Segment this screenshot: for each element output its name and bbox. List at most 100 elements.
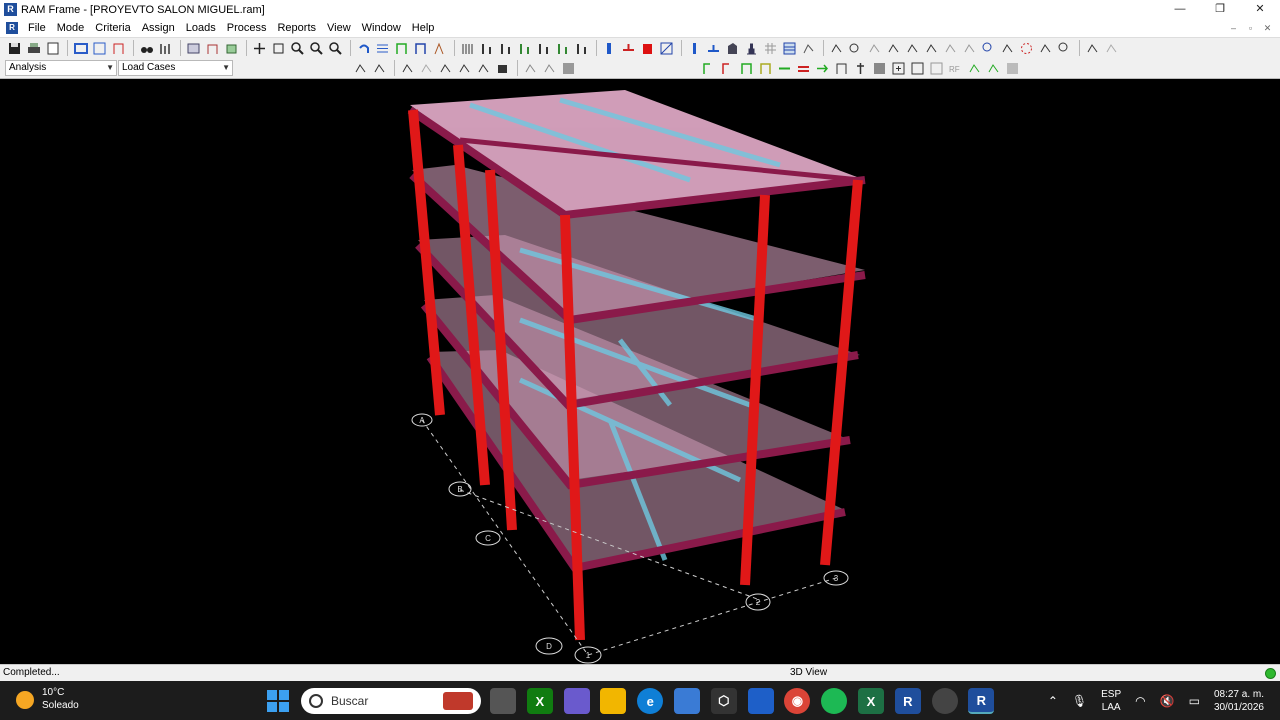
wifi-icon[interactable]: ◠ (1135, 694, 1145, 708)
menu-window[interactable]: Window (357, 19, 407, 37)
assign-member-icon[interactable] (700, 60, 717, 76)
battery-icon[interactable]: ▭ (1189, 694, 1200, 708)
story-shear-icon[interactable] (522, 60, 539, 76)
analyze-icon[interactable] (352, 60, 369, 76)
start-button[interactable] (267, 690, 289, 712)
store-icon[interactable] (673, 688, 700, 714)
weather-widget[interactable]: 10°C Soleado (16, 687, 79, 712)
undo-icon[interactable] (355, 40, 372, 56)
column-splice-icon[interactable] (516, 40, 533, 56)
spotify-icon[interactable] (821, 688, 848, 714)
find-icon[interactable] (138, 40, 155, 56)
deselect-icon[interactable] (1056, 40, 1073, 56)
assign-load-icon[interactable] (909, 60, 926, 76)
stress-icon[interactable] (475, 60, 492, 76)
column-release-icon[interactable] (554, 40, 571, 56)
periods-icon[interactable] (560, 60, 577, 76)
beam-blue-icon[interactable] (705, 40, 722, 56)
assign-rigid-icon[interactable] (776, 60, 793, 76)
maximize-button[interactable]: ❐ (1200, 0, 1240, 19)
mdi-close-button[interactable]: ✕ (1259, 19, 1276, 37)
zoom-member-icon[interactable] (999, 40, 1016, 56)
copilot-icon[interactable] (563, 688, 590, 714)
document-icon[interactable]: R (6, 22, 18, 34)
chevron-up-icon[interactable]: ⌃ (1048, 694, 1058, 708)
unity-icon[interactable]: ⬡ (710, 688, 737, 714)
steam-icon[interactable] (931, 688, 958, 714)
assign-fixity-icon[interactable] (719, 60, 736, 76)
menu-view[interactable]: View (322, 19, 357, 37)
criteria-icon[interactable] (371, 60, 388, 76)
assign-icon[interactable] (431, 40, 448, 56)
menu-assign[interactable]: Assign (137, 19, 181, 37)
column-fixity-icon[interactable] (535, 40, 552, 56)
load-view-icon[interactable] (847, 40, 864, 56)
surface-load-icon[interactable] (904, 40, 921, 56)
line-load-icon[interactable] (923, 40, 940, 56)
xbox-icon[interactable]: X (526, 688, 553, 714)
task-view-icon[interactable] (490, 688, 516, 714)
story-forces-icon[interactable] (541, 60, 558, 76)
assign-frame-icon[interactable] (757, 60, 774, 76)
forces-icon[interactable] (418, 60, 435, 76)
zoom-window-icon[interactable] (270, 40, 287, 56)
design-icon[interactable] (1084, 40, 1101, 56)
language-indicator[interactable]: ESP LAA (1101, 688, 1121, 714)
menu-file[interactable]: File (23, 19, 52, 37)
3d-view-viewport[interactable]: A B C D 1 2 3 (0, 79, 1280, 664)
layers-icon[interactable] (374, 40, 391, 56)
wind-load-icon[interactable] (942, 40, 959, 56)
zoom-extents-icon[interactable] (980, 40, 997, 56)
zoom-previous-icon[interactable] (327, 40, 344, 56)
microphone-icon[interactable]: 🎙 (1072, 694, 1087, 708)
load-icon[interactable] (828, 40, 845, 56)
zoom-out-icon[interactable] (308, 40, 325, 56)
pan-icon[interactable] (251, 40, 268, 56)
assign-support-icon[interactable] (833, 60, 850, 76)
zoom-in-icon[interactable] (289, 40, 306, 56)
assign-arrow-icon[interactable] (814, 60, 831, 76)
mode-combo[interactable]: Analysis ▼ (5, 60, 117, 76)
menu-process[interactable]: Process (222, 19, 273, 37)
assign-release-icon[interactable] (738, 60, 755, 76)
chrome-icon[interactable]: ◉ (784, 688, 811, 714)
assign-diaphragm-icon[interactable] (871, 60, 888, 76)
reactions-icon[interactable] (437, 60, 454, 76)
optimize-icon[interactable] (1103, 40, 1120, 56)
file-explorer-icon[interactable] (600, 688, 627, 714)
story-icon[interactable] (204, 40, 221, 56)
column-blue-icon[interactable] (686, 40, 703, 56)
spin-icon[interactable] (1018, 40, 1035, 56)
close-button[interactable]: ✕ (1240, 0, 1280, 19)
node-load-icon[interactable] (866, 40, 883, 56)
edge-icon[interactable]: e (637, 688, 664, 714)
select-icon[interactable] (1037, 40, 1054, 56)
slab-icon[interactable] (724, 40, 741, 56)
column-stiff-icon[interactable] (573, 40, 590, 56)
wall-icon[interactable] (639, 40, 656, 56)
structure-3d-model[interactable]: A B C D 1 2 3 (0, 79, 1280, 664)
assign-spring-icon[interactable] (852, 60, 869, 76)
assign-gray-icon[interactable] (1004, 60, 1021, 76)
report-icon[interactable] (44, 40, 61, 56)
columns-icon[interactable] (459, 40, 476, 56)
mesh-icon[interactable] (762, 40, 779, 56)
visual-studio-icon[interactable] (747, 688, 774, 714)
frame-blue-icon[interactable] (412, 40, 429, 56)
assign-node-icon[interactable] (928, 60, 945, 76)
frame-green-icon[interactable] (393, 40, 410, 56)
deflection-icon[interactable] (399, 60, 416, 76)
menu-loads[interactable]: Loads (181, 19, 222, 37)
save-icon[interactable] (6, 40, 23, 56)
seismic-load-icon[interactable] (961, 40, 978, 56)
taskbar-search[interactable]: Buscar (301, 688, 481, 714)
member-icon[interactable] (157, 40, 174, 56)
elevation-view-icon[interactable] (110, 40, 127, 56)
menu-reports[interactable]: Reports (272, 19, 322, 37)
assign-mass-icon[interactable] (890, 60, 907, 76)
member-load-icon[interactable] (885, 40, 902, 56)
brace-icon[interactable] (601, 40, 618, 56)
clock[interactable]: 08:27 a. m. 30/01/2026 (1214, 688, 1264, 714)
level-icon[interactable] (223, 40, 240, 56)
plan-view-icon[interactable] (91, 40, 108, 56)
